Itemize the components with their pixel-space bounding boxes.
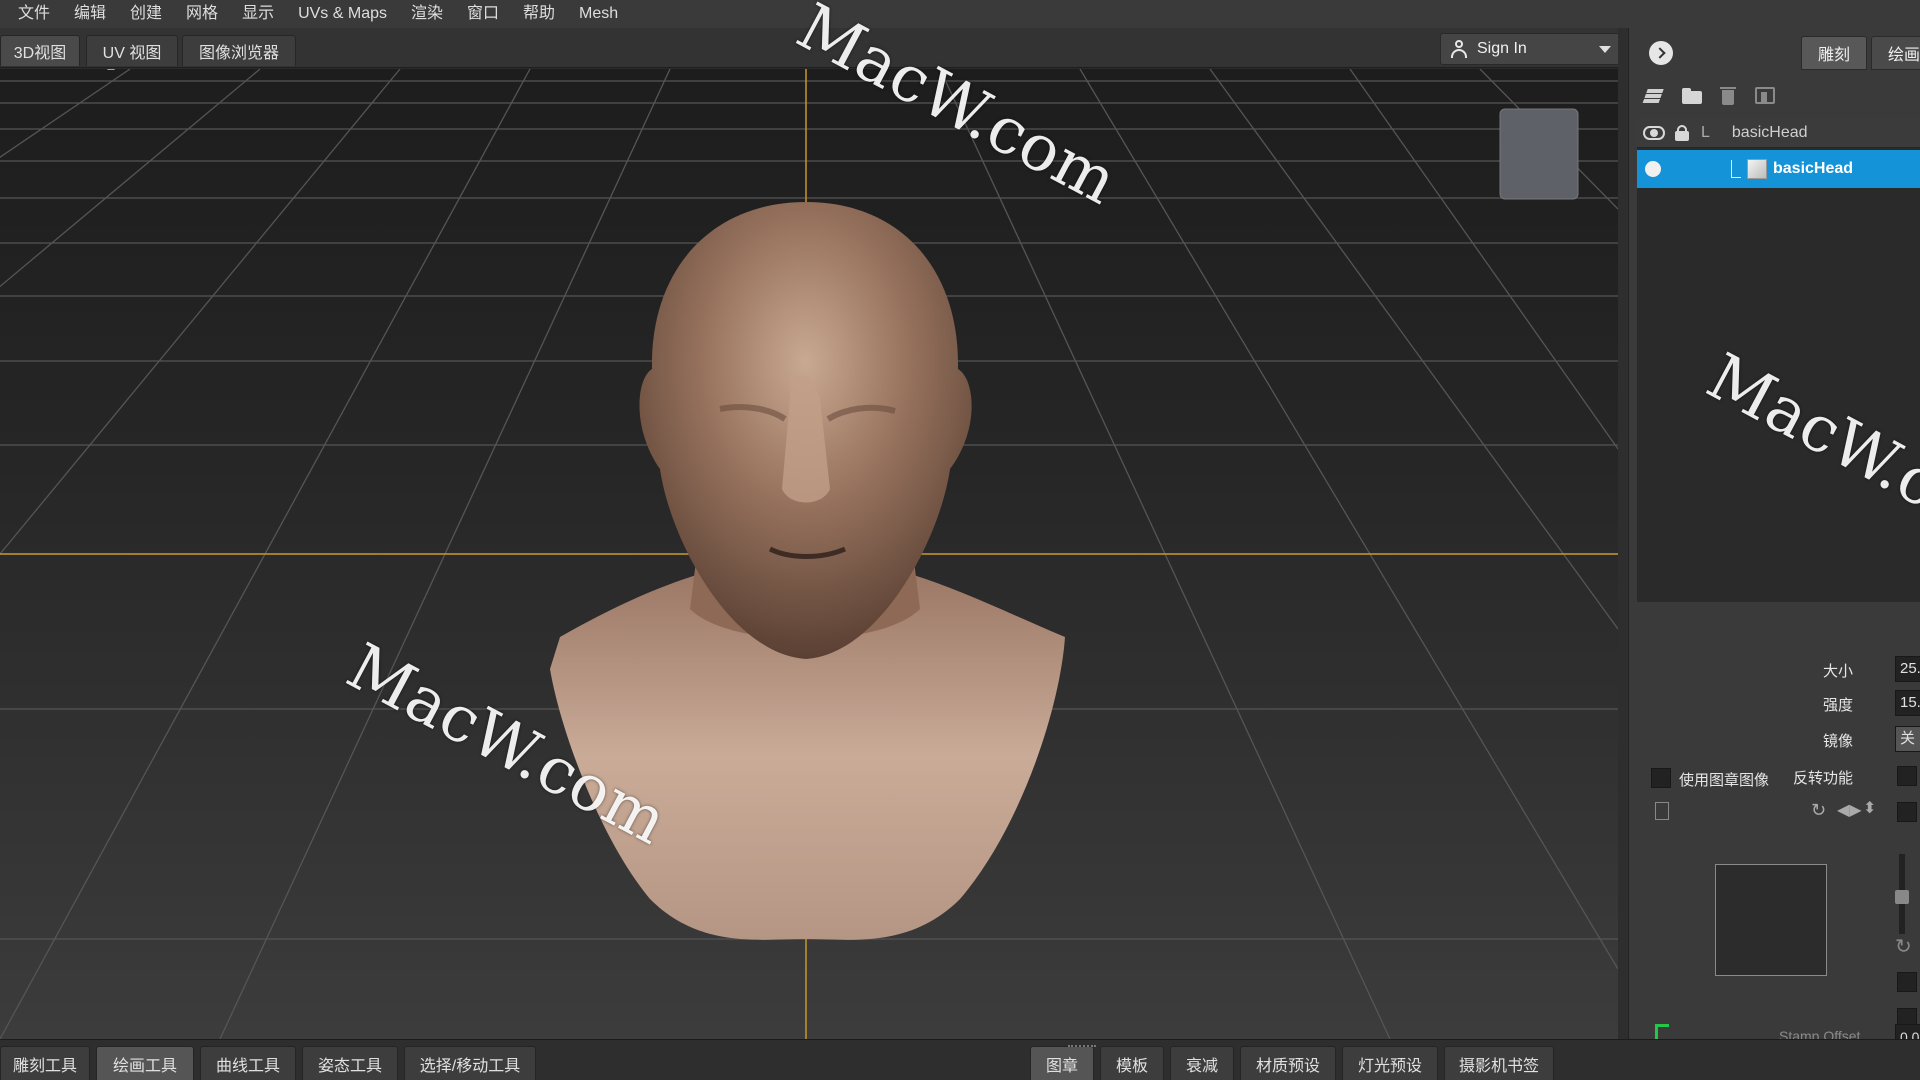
invert-checkbox[interactable] bbox=[1897, 766, 1917, 786]
stamp-toolbar: ↻ ◀▶ ⬍ bbox=[1651, 798, 1920, 828]
menu-window[interactable]: 窗口 bbox=[455, 0, 511, 28]
layer-list: L basicHead basicHead bbox=[1637, 118, 1920, 602]
tab-material-presets[interactable]: 材质预设 bbox=[1240, 1046, 1336, 1080]
tree-connector bbox=[1731, 160, 1741, 178]
strength-label: 强度 bbox=[1822, 697, 1853, 714]
stamp-slider-handle[interactable] bbox=[1895, 890, 1909, 904]
menu-bar: 文件 编辑 创建 网格 显示 UVs & Maps 渲染 窗口 帮助 Mesh bbox=[0, 0, 1920, 28]
stamp-preview[interactable] bbox=[1715, 864, 1827, 976]
tab-select-move-tools[interactable]: 选择/移动工具 bbox=[404, 1046, 536, 1080]
folder-icon[interactable] bbox=[1681, 85, 1703, 105]
invert-label: 反转功能 bbox=[1792, 770, 1853, 787]
tab-paint-tools[interactable]: 绘画工具 bbox=[96, 1046, 194, 1080]
layer-row-selected[interactable]: basicHead bbox=[1637, 150, 1920, 188]
visibility-dot-icon[interactable] bbox=[1645, 161, 1661, 177]
trash-icon[interactable] bbox=[1717, 85, 1739, 105]
menu-edit[interactable]: 编辑 bbox=[62, 0, 118, 28]
merge-icon[interactable] bbox=[1753, 85, 1775, 105]
tab-falloff[interactable]: 衰减 bbox=[1170, 1046, 1234, 1080]
bottom-tab-bar: 雕刻工具 绘画工具 曲线工具 姿态工具 选择/移动工具 图章 模板 衰减 材质预… bbox=[0, 1039, 1920, 1080]
strength-field[interactable]: 15. bbox=[1895, 690, 1920, 716]
right-panel-tabs: 雕刻 绘画 bbox=[1629, 28, 1920, 74]
layer-name: basicHead bbox=[1773, 160, 1854, 177]
chevron-down-icon bbox=[1599, 46, 1611, 53]
mirror-toggle[interactable]: 关 bbox=[1895, 726, 1920, 752]
menu-help[interactable]: 帮助 bbox=[511, 0, 567, 28]
reset-rotation-icon[interactable]: ↻ bbox=[1895, 934, 1912, 959]
stamp-checkbox-2[interactable] bbox=[1897, 972, 1917, 992]
layer-row-parent[interactable]: L basicHead bbox=[1637, 118, 1920, 148]
tab-image-browser[interactable]: 图像浏览器 bbox=[182, 35, 296, 66]
3d-viewport[interactable] bbox=[0, 69, 1618, 1039]
tab-curve-tools[interactable]: 曲线工具 bbox=[200, 1046, 296, 1080]
sign-in-dropdown[interactable]: Sign In bbox=[1440, 33, 1620, 65]
use-stamp-checkbox[interactable] bbox=[1651, 768, 1671, 788]
size-label: 大小 bbox=[1822, 663, 1853, 680]
stamp-file-icon[interactable] bbox=[1655, 802, 1669, 820]
menu-mesh[interactable]: Mesh bbox=[567, 0, 630, 28]
tab-light-presets[interactable]: 灯光预设 bbox=[1342, 1046, 1438, 1080]
prop-size: 大小 25. bbox=[1629, 656, 1920, 682]
prop-mirror: 镜像 关 bbox=[1629, 726, 1920, 752]
flip-horizontal-icon[interactable]: ◀▶ bbox=[1837, 800, 1862, 820]
right-panel: 雕刻 绘画 L basicHead basicHead 大小 25. 强度 15… bbox=[1628, 28, 1920, 1050]
layer-name: basicHead bbox=[1731, 123, 1808, 141]
layer-toolbar bbox=[1629, 80, 1920, 110]
navigation-cube[interactable] bbox=[1499, 108, 1579, 200]
size-field[interactable]: 25. bbox=[1895, 656, 1920, 682]
tab-pose-tools[interactable]: 姿态工具 bbox=[302, 1046, 398, 1080]
tab-paint[interactable]: 绘画 bbox=[1871, 36, 1920, 70]
prop-invert: 反转功能 bbox=[1629, 763, 1920, 789]
layer-flag: L bbox=[1701, 123, 1710, 141]
panel-splitter[interactable] bbox=[1618, 28, 1628, 1039]
menu-uvs-maps[interactable]: UVs & Maps bbox=[286, 0, 399, 28]
tab-stamps[interactable]: 图章 bbox=[1030, 1046, 1094, 1080]
bottom-grip[interactable] bbox=[1068, 1045, 1096, 1049]
tab-sculpt[interactable]: 雕刻 bbox=[1801, 36, 1867, 70]
mirror-label: 镜像 bbox=[1822, 733, 1853, 750]
corner-marker bbox=[1655, 1024, 1669, 1040]
menu-render[interactable]: 渲染 bbox=[399, 0, 455, 28]
tab-sculpt-tools[interactable]: 雕刻工具 bbox=[0, 1046, 90, 1080]
menu-mesh-cn[interactable]: 网格 bbox=[174, 0, 230, 28]
lock-icon[interactable] bbox=[1675, 124, 1689, 141]
rotate-icon[interactable]: ↻ bbox=[1811, 800, 1826, 821]
menu-display[interactable]: 显示 bbox=[230, 0, 286, 28]
tab-uv-view[interactable]: UV 视图 bbox=[86, 35, 178, 66]
collapse-arrow-icon[interactable] bbox=[1649, 41, 1673, 65]
tab-3d-view[interactable]: 3D视图 bbox=[0, 35, 80, 66]
viewport-canvas bbox=[0, 69, 1618, 1039]
user-icon bbox=[1451, 40, 1467, 58]
sign-in-label: Sign In bbox=[1477, 40, 1527, 57]
menu-create[interactable]: 创建 bbox=[118, 0, 174, 28]
flip-vertical-icon[interactable]: ⬍ bbox=[1863, 798, 1876, 818]
cube-icon bbox=[1747, 159, 1767, 179]
stamp-option-checkbox[interactable] bbox=[1897, 802, 1917, 822]
layers-icon[interactable] bbox=[1645, 85, 1667, 105]
tab-camera-bookmarks[interactable]: 摄影机书签 bbox=[1444, 1046, 1554, 1080]
use-stamp-label: 使用图章图像 bbox=[1679, 772, 1770, 789]
prop-strength: 强度 15. bbox=[1629, 690, 1920, 716]
tab-stencils[interactable]: 模板 bbox=[1100, 1046, 1164, 1080]
menu-file[interactable]: 文件 bbox=[6, 0, 62, 28]
eye-icon[interactable] bbox=[1643, 125, 1665, 140]
